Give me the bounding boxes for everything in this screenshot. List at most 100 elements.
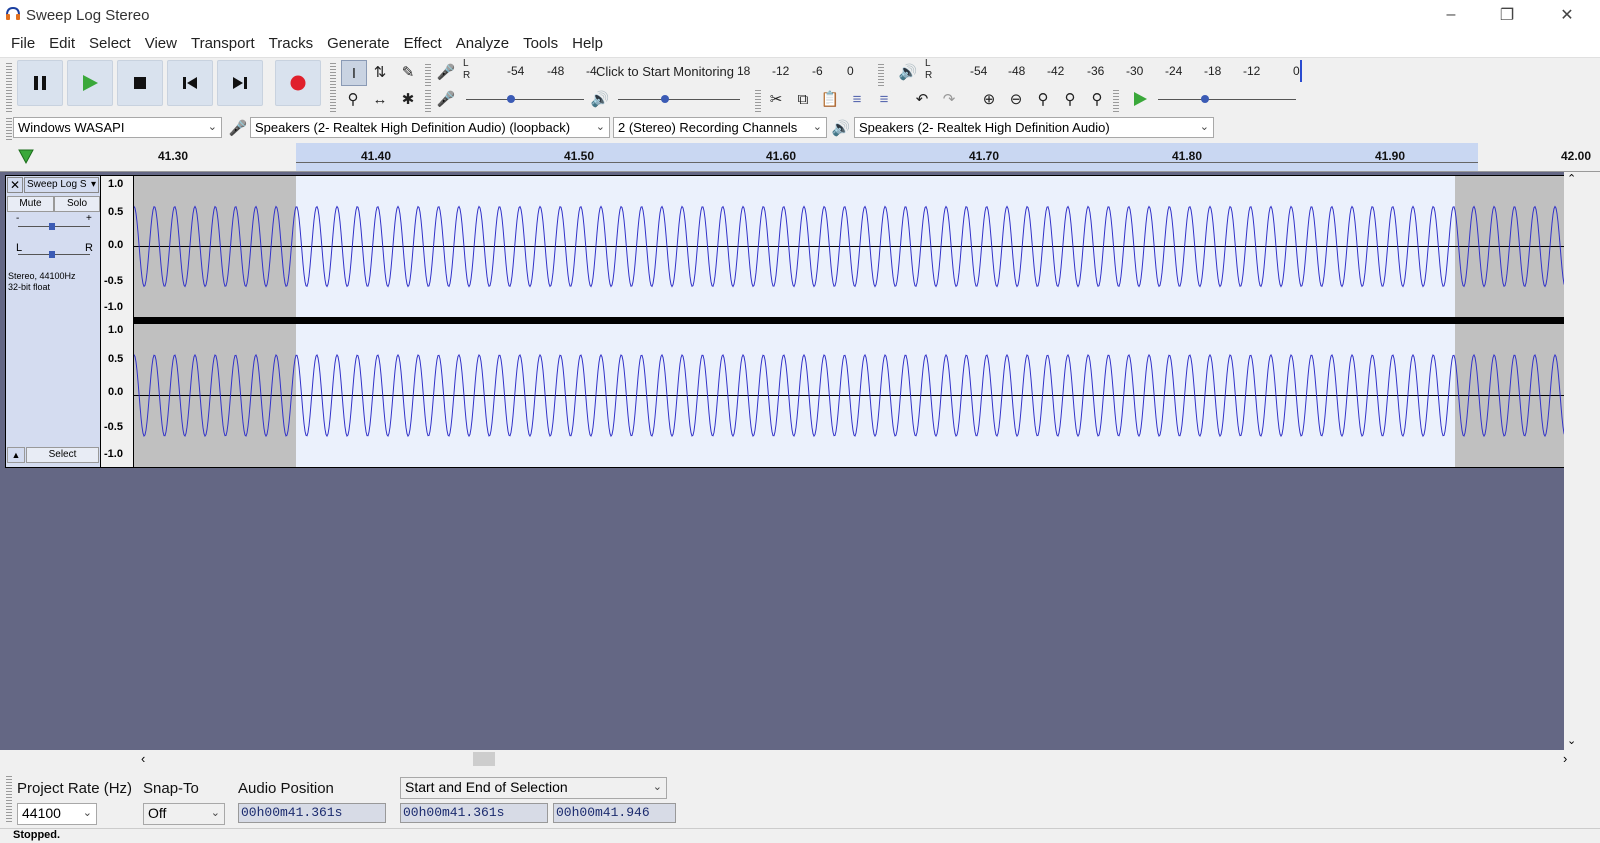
play-speed-slider[interactable]: [1158, 99, 1296, 100]
scroll-up-icon[interactable]: ⌃: [1567, 172, 1576, 185]
solo-button[interactable]: Solo: [54, 196, 100, 212]
record-button[interactable]: [275, 60, 321, 106]
slider-thumb[interactable]: [661, 95, 669, 103]
toolbar-grip[interactable]: [1113, 88, 1119, 112]
selection-mode-dropdown[interactable]: Start and End of Selection ⌄: [400, 777, 667, 799]
toolbar-grip[interactable]: [425, 62, 431, 86]
copy-icon[interactable]: ⧉: [791, 87, 815, 111]
vertical-ruler[interactable]: 1.0 0.5 0.0 -0.5 -1.0 1.0 0.5 0.0 -0.5 -…: [101, 175, 133, 468]
channel-left[interactable]: [133, 175, 1574, 318]
pan-slider-thumb[interactable]: [49, 251, 55, 258]
redo-icon[interactable]: ↷: [937, 87, 961, 111]
snap-to-dropdown[interactable]: Off ⌄: [143, 803, 225, 825]
toolbar-grip[interactable]: [6, 116, 12, 140]
selection-mode-value: Start and End of Selection: [405, 779, 568, 795]
close-button[interactable]: ✕: [1544, 0, 1590, 30]
menu-tools[interactable]: Tools: [516, 35, 565, 52]
slider-thumb[interactable]: [1201, 95, 1209, 103]
skip-to-start-button[interactable]: [167, 60, 213, 106]
menu-transport[interactable]: Transport: [184, 35, 262, 52]
envelope-tool-icon[interactable]: ⇅: [368, 60, 392, 84]
channel-separator: [133, 318, 1574, 323]
menu-view[interactable]: View: [138, 35, 184, 52]
fit-selection-icon[interactable]: ⚲: [1031, 87, 1055, 111]
playback-meter[interactable]: -54 -48 -42 -36 -30 -24 -18 -12 0: [936, 60, 1336, 84]
playback-device-dropdown[interactable]: Speakers (2- Realtek High Definition Aud…: [854, 117, 1214, 138]
mute-button[interactable]: Mute: [7, 196, 54, 212]
track-format: Stereo, 44100Hz: [8, 271, 76, 281]
record-meter[interactable]: -54 -48 -4 Click to Start Monitoring 18 …: [474, 60, 860, 84]
recording-volume-icon: 🎤: [436, 91, 456, 108]
toolbar-grip[interactable]: [755, 88, 761, 112]
recording-device-dropdown[interactable]: Speakers (2- Realtek High Definition Aud…: [250, 117, 610, 138]
playback-volume-slider[interactable]: [618, 99, 740, 100]
channel-right[interactable]: [133, 323, 1574, 468]
recording-volume-slider[interactable]: [466, 99, 584, 100]
menu-generate[interactable]: Generate: [320, 35, 397, 52]
cut-icon[interactable]: ✂: [764, 87, 788, 111]
fit-project-icon[interactable]: ⚲: [1058, 87, 1082, 111]
menu-file[interactable]: File: [4, 35, 42, 52]
stop-button[interactable]: [117, 60, 163, 106]
zoom-out-icon[interactable]: ⊖: [1004, 87, 1028, 111]
stop-icon: [134, 77, 146, 89]
pin-head-icon[interactable]: [16, 147, 36, 165]
toolbar-grip[interactable]: [878, 62, 884, 86]
microphone-icon[interactable]: 🎤: [434, 60, 458, 84]
paste-icon[interactable]: 📋: [818, 87, 842, 111]
scroll-down-icon[interactable]: ⌄: [1567, 734, 1576, 747]
audio-position-field[interactable]: 00h00m41.361s: [238, 803, 386, 823]
menu-tracks[interactable]: Tracks: [262, 35, 320, 52]
draw-tool-icon[interactable]: ✎: [396, 60, 420, 84]
silence-icon[interactable]: ≡: [872, 87, 896, 111]
menu-edit[interactable]: Edit: [42, 35, 82, 52]
project-rate-dropdown[interactable]: 44100 ⌄: [17, 803, 97, 825]
scroll-left-icon[interactable]: ‹: [141, 751, 145, 766]
scroll-thumb[interactable]: [473, 752, 495, 766]
play-button[interactable]: [67, 60, 113, 106]
zoom-in-icon[interactable]: ⊕: [977, 87, 1001, 111]
slider-thumb[interactable]: [507, 95, 515, 103]
toolbar-grip[interactable]: [425, 88, 431, 112]
meter-tick: 18: [737, 64, 751, 78]
microphone-icon: 🎤: [228, 120, 248, 137]
timeshift-tool-icon[interactable]: ↔: [368, 87, 392, 111]
speaker-icon[interactable]: 🔊: [896, 60, 920, 84]
selection-tool-icon[interactable]: I: [341, 60, 367, 86]
toolbar-grip[interactable]: [6, 62, 12, 112]
click-to-monitor-label[interactable]: Click to Start Monitoring: [596, 64, 734, 79]
track-name-menu[interactable]: Sweep Log S ▾: [24, 177, 99, 193]
waveform-display[interactable]: [133, 175, 1574, 468]
minimize-button[interactable]: –: [1428, 0, 1474, 30]
track-area[interactable]: ✕ Sweep Log S ▾ Mute Solo - + L R Stereo,…: [0, 172, 1580, 750]
play-at-speed-button[interactable]: [1128, 87, 1152, 111]
scroll-right-icon[interactable]: ›: [1563, 751, 1567, 766]
horizontal-scrollbar[interactable]: ‹ ›: [0, 750, 1600, 768]
select-track-button[interactable]: Select: [26, 447, 99, 463]
track-info: Stereo, 44100Hz 32-bit float: [8, 271, 76, 293]
multi-tool-icon[interactable]: ✱: [396, 87, 420, 111]
toolbar-grip[interactable]: [330, 62, 336, 112]
gain-slider-thumb[interactable]: [49, 223, 55, 230]
zoom-toggle-icon[interactable]: ⚲: [1085, 87, 1109, 111]
menu-select[interactable]: Select: [82, 35, 138, 52]
menu-effect[interactable]: Effect: [397, 35, 449, 52]
menu-help[interactable]: Help: [565, 35, 610, 52]
selection-end-field[interactable]: 00h00m41.946: [553, 803, 676, 823]
undo-icon[interactable]: ↶: [910, 87, 934, 111]
recording-channels-dropdown[interactable]: 2 (Stereo) Recording Channels ⌄: [613, 117, 827, 138]
zoom-tool-icon[interactable]: ⚲: [341, 87, 365, 111]
scale-label: -0.5: [104, 421, 123, 433]
timeline-ruler[interactable]: 41.30 41.40 41.50 41.60 41.70 41.80 41.9…: [0, 143, 1600, 172]
menu-analyze[interactable]: Analyze: [449, 35, 516, 52]
collapse-track-icon[interactable]: ▲: [7, 447, 25, 463]
toolbar-grip[interactable]: [6, 776, 12, 822]
maximize-button[interactable]: ❐: [1484, 0, 1530, 30]
close-track-icon[interactable]: ✕: [7, 177, 23, 193]
pause-button[interactable]: [17, 60, 63, 106]
trim-icon[interactable]: ≡: [845, 87, 869, 111]
audio-host-dropdown[interactable]: Windows WASAPI ⌄: [13, 117, 222, 138]
vertical-scrollbar[interactable]: ⌃ ⌄: [1564, 172, 1580, 750]
skip-to-end-button[interactable]: [217, 60, 263, 106]
selection-start-field[interactable]: 00h00m41.361s: [400, 803, 548, 823]
